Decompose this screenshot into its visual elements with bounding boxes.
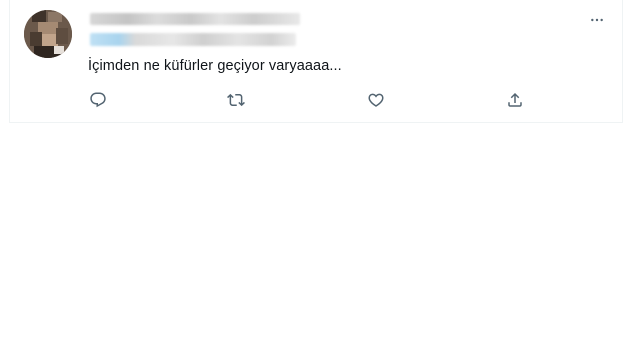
more-horizontal-icon xyxy=(591,18,603,22)
retweet-icon xyxy=(227,93,245,107)
avatar-pixel xyxy=(54,46,64,54)
tweet-card[interactable]: İçimden ne küfürler geçiyor varyaaaa... xyxy=(9,0,623,123)
tweet-actions xyxy=(10,88,622,112)
more-options-button[interactable] xyxy=(587,10,607,30)
avatar-pixel xyxy=(32,10,46,22)
like-button[interactable] xyxy=(364,88,388,112)
reply-context-blurred xyxy=(90,33,296,46)
author-name-blurred xyxy=(90,13,300,25)
reply-icon xyxy=(90,92,106,108)
avatar-pixel xyxy=(48,12,62,22)
heart-icon xyxy=(368,93,384,107)
share-icon xyxy=(508,92,522,107)
avatar-pixel xyxy=(30,32,42,46)
tweet-text: İçimden ne küfürler geçiyor varyaaaa... xyxy=(88,58,342,74)
share-button[interactable] xyxy=(503,88,527,112)
page: İçimden ne küfürler geçiyor varyaaaa... xyxy=(0,0,640,359)
avatar-pixel xyxy=(56,28,68,44)
retweet-button[interactable] xyxy=(224,88,248,112)
avatar[interactable] xyxy=(24,10,72,58)
reply-button[interactable] xyxy=(86,88,110,112)
